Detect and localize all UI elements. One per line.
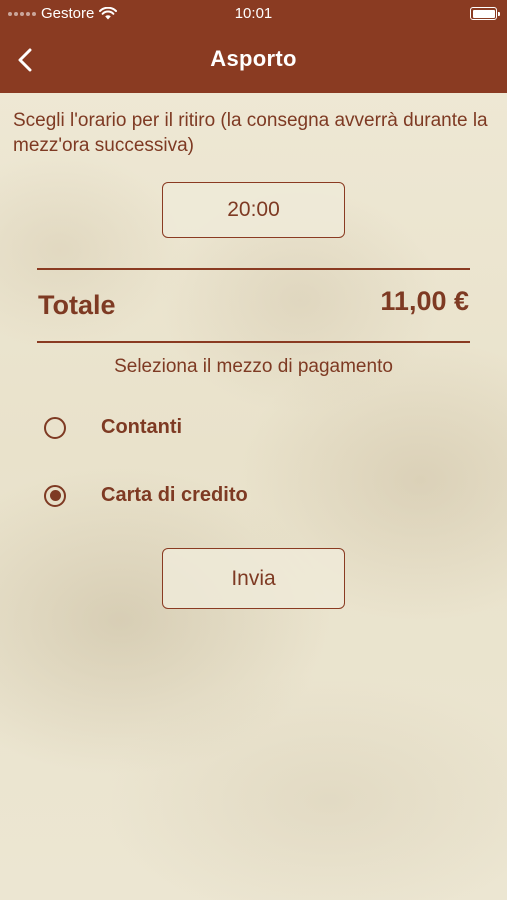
- navigation-bar: Gestore 10:01 Asporto: [0, 0, 507, 93]
- payment-option-credit-card[interactable]: Carta di credito: [44, 484, 248, 507]
- page-title: Asporto: [210, 46, 297, 71]
- status-bar: Gestore 10:01: [0, 0, 507, 28]
- divider-bottom: [37, 341, 470, 343]
- total-label: Totale: [38, 290, 116, 320]
- payment-method-label: Seleziona il mezzo di pagamento: [114, 356, 393, 377]
- total-value: 11,00 €: [380, 286, 469, 316]
- payment-option-label: Contanti: [101, 416, 183, 438]
- pickup-time-button[interactable]: 20:00: [162, 182, 345, 238]
- radio-button-credit-card[interactable]: [44, 484, 66, 507]
- radio-selected-dot: [49, 490, 61, 501]
- send-button[interactable]: Invia: [162, 548, 345, 609]
- radio-button-cash[interactable]: [44, 416, 66, 439]
- clock: 10:01: [234, 5, 273, 22]
- pickup-instructions: Scegli l'orario per il ritiro (la conseg…: [13, 110, 488, 156]
- divider-top: [37, 268, 470, 270]
- battery-icon: [470, 7, 500, 20]
- payment-option-label: Carta di credito: [101, 484, 248, 506]
- payment-option-cash[interactable]: Contanti: [44, 416, 182, 439]
